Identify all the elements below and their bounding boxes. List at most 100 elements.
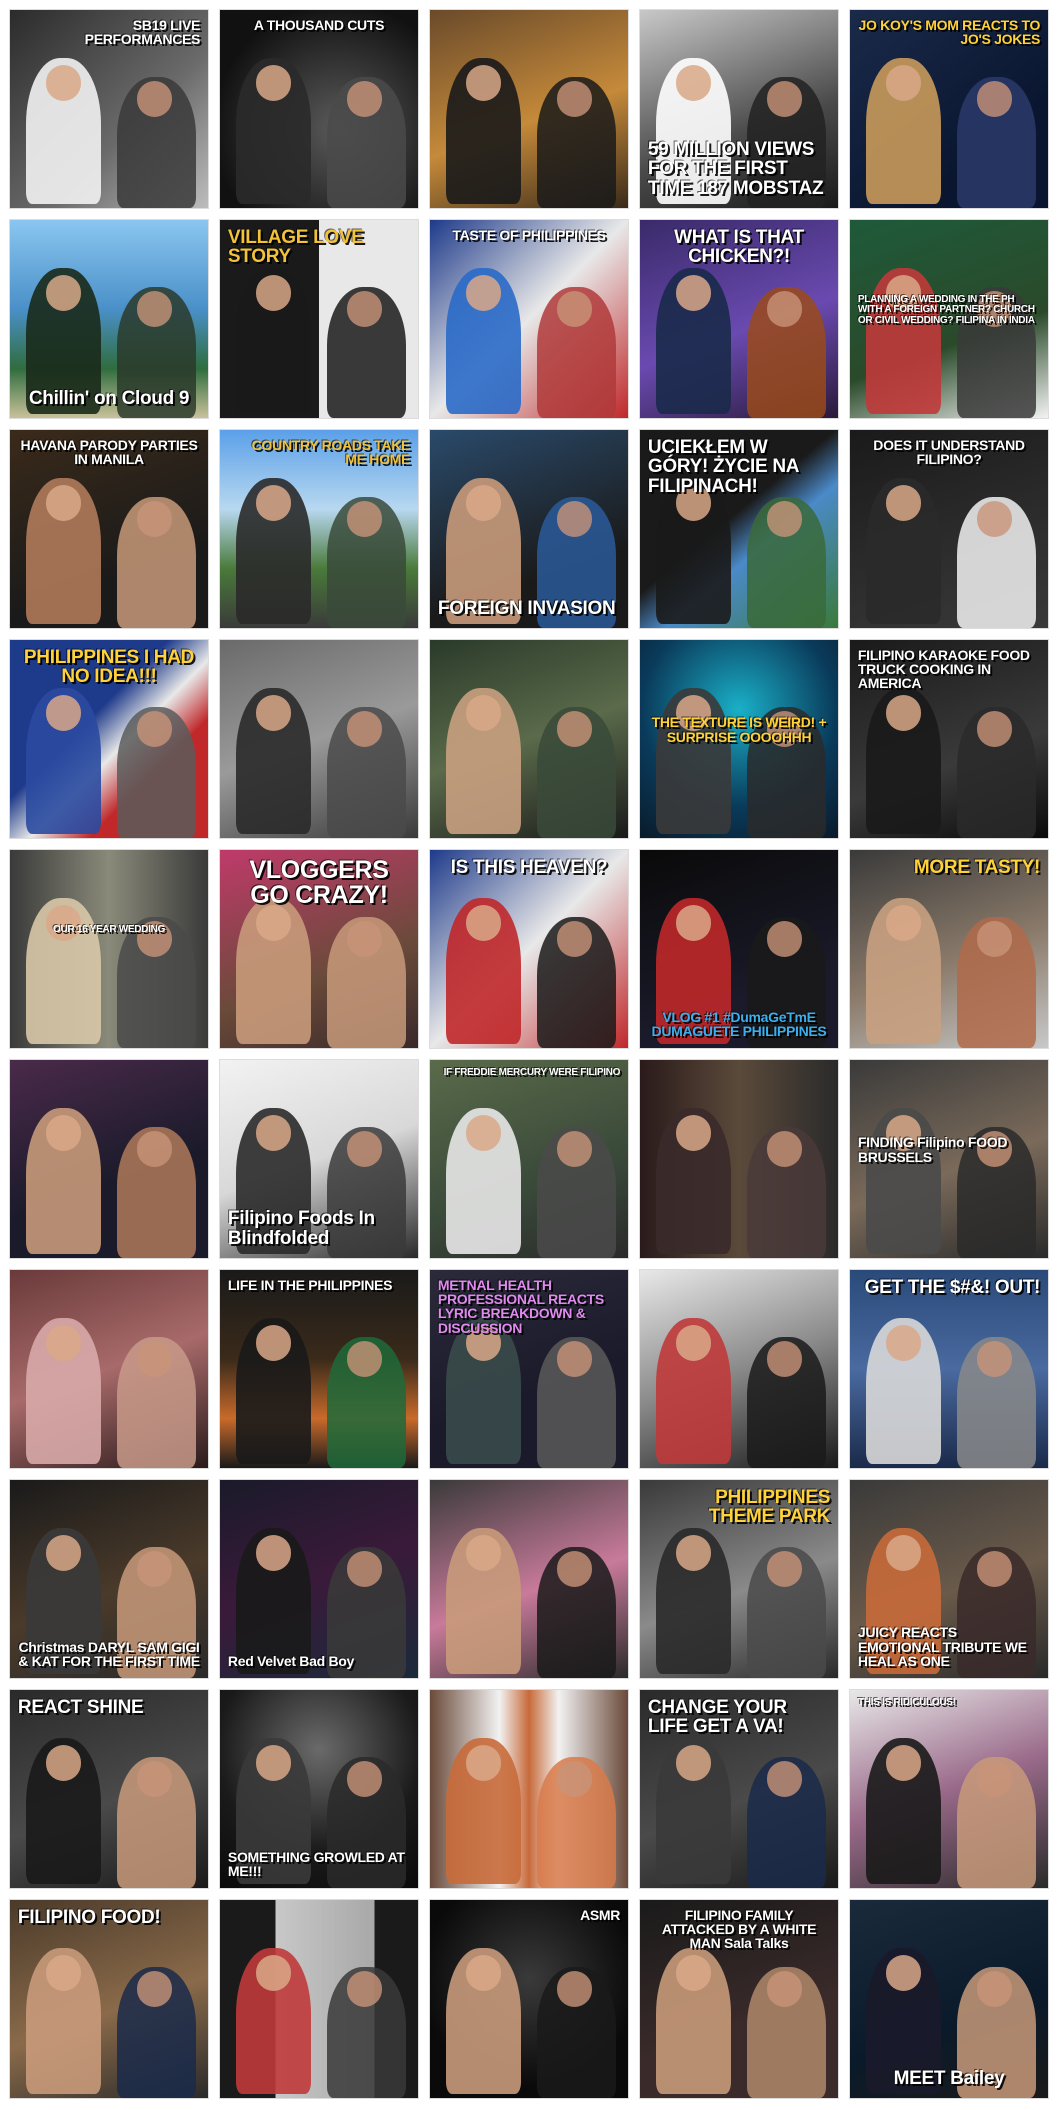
thumbnail-caption: WHAT IS THAT CHICKEN?!: [674, 226, 804, 268]
video-thumbnail[interactable]: JO KOY'S MOM REACTS TO JO'S JOKES: [850, 10, 1048, 208]
thumbnail-face: [465, 905, 502, 942]
video-thumbnail[interactable]: HAVANA PARODY PARTIES IN MANILA: [10, 430, 208, 628]
thumbnail-face: [976, 1551, 1013, 1587]
video-thumbnail[interactable]: [430, 640, 628, 838]
thumbnail-face: [255, 275, 292, 312]
video-thumbnail[interactable]: VLOG #1 #DumaGeTmE DUMAGUETE PHILIPPINES: [640, 850, 838, 1048]
thumbnail-face: [766, 1341, 803, 1377]
video-thumbnail[interactable]: IS THIS HEAVEN?: [430, 850, 628, 1048]
video-thumbnail[interactable]: FILIPINO FAMILY ATTACKED BY A WHITE MAN …: [640, 1900, 838, 2098]
video-thumbnail[interactable]: DOES IT UNDERSTAND FILIPINO?: [850, 430, 1048, 628]
video-thumbnail[interactable]: PHILIPPINES I HAD NO IDEA!!!: [10, 640, 208, 838]
thumbnail-face: [45, 275, 82, 312]
thumbnail-face: [885, 1745, 922, 1782]
thumbnail-face: [346, 1551, 383, 1587]
video-thumbnail[interactable]: OUR 16 YEAR WEDDING: [10, 850, 208, 1048]
video-thumbnail[interactable]: FINDING Filipino FOOD BRUSSELS: [850, 1060, 1048, 1258]
thumbnail-caption: PHILIPPINES I HAD NO IDEA!!!: [23, 646, 195, 688]
thumbnail-face: [465, 1955, 502, 1992]
video-thumbnail[interactable]: MORE TASTY!: [850, 850, 1048, 1048]
thumbnail-caption: VLOGGERS GO CRAZY!: [249, 855, 389, 910]
video-thumbnail[interactable]: VILLAGE LOVE STORY: [220, 220, 418, 418]
thumbnail-face: [45, 1745, 82, 1782]
thumbnail-face: [766, 1551, 803, 1587]
thumbnail-face: [885, 1325, 922, 1362]
video-thumbnail[interactable]: [220, 1900, 418, 2098]
video-thumbnail[interactable]: PHILIPPINES THEME PARK: [640, 1480, 838, 1678]
thumbnail-caption: THE TEXTURE IS WEIRD! + SURPRISE OOOOHHH: [651, 714, 827, 745]
thumbnail-caption: CHANGE YOUR LIFE GET A VA!: [647, 1696, 787, 1738]
video-thumbnail[interactable]: [430, 1690, 628, 1888]
video-thumbnail[interactable]: IF FREDDIE MERCURY WERE FILIPINO: [430, 1060, 628, 1258]
video-thumbnail[interactable]: LIFE IN THE PHILIPPINES: [220, 1270, 418, 1468]
thumbnail-face: [675, 1745, 712, 1782]
thumbnail-face: [136, 1971, 173, 2007]
video-thumbnail[interactable]: SOMETHING GROWLED AT ME!!!: [220, 1690, 418, 1888]
thumbnail-caption: TASTE OF PHILIPPINES: [452, 226, 606, 243]
thumbnail-face: [255, 1535, 292, 1572]
thumbnail-face: [346, 711, 383, 747]
video-thumbnail[interactable]: UCIEKŁEM W GÓRY! ŻYCIE NA FILIPINACH!: [640, 430, 838, 628]
video-thumbnail[interactable]: [430, 1480, 628, 1678]
video-thumbnail[interactable]: FOREIGN INVASION: [430, 430, 628, 628]
video-thumbnail[interactable]: COUNTRY ROADS TAKE ME HOME: [220, 430, 418, 628]
video-thumbnail[interactable]: Filipino Foods In Blindfolded: [220, 1060, 418, 1258]
video-thumbnail[interactable]: JUICY REACTS EMOTIONAL TRIBUTE WE HEAL A…: [850, 1480, 1048, 1678]
thumbnail-face: [45, 1535, 82, 1572]
thumbnail-face: [465, 65, 502, 102]
video-thumbnail[interactable]: 59 MILLION VIEWS FOR THE FIRST TIME 187 …: [640, 10, 838, 208]
video-thumbnail[interactable]: [430, 10, 628, 208]
thumbnail-face: [766, 921, 803, 957]
thumbnail-face: [556, 711, 593, 747]
thumbnail-face: [136, 81, 173, 117]
video-thumbnail[interactable]: MEET Bailey: [850, 1900, 1048, 2098]
thumbnail-caption: SB19 LIVE PERFORMANCES: [84, 16, 201, 48]
thumbnail-caption: Chillin' on Cloud 9: [28, 387, 190, 409]
thumbnail-face: [346, 501, 383, 537]
thumbnail-face: [465, 275, 502, 312]
video-thumbnail[interactable]: A THOUSAND CUTS: [220, 10, 418, 208]
video-thumbnail[interactable]: GET THE $#&! OUT!: [850, 1270, 1048, 1468]
thumbnail-face: [675, 65, 712, 102]
video-thumbnail[interactable]: CHANGE YOUR LIFE GET A VA!: [640, 1690, 838, 1888]
video-thumbnail[interactable]: Red Velvet Bad Boy: [220, 1480, 418, 1678]
video-thumbnail[interactable]: SB19 LIVE PERFORMANCES: [10, 10, 208, 208]
thumbnail-caption: MEET Bailey: [893, 2067, 1005, 2089]
video-thumbnail[interactable]: Chillin' on Cloud 9: [10, 220, 208, 418]
video-thumbnail[interactable]: METNAL HEALTH PROFESSIONAL REACTS LYRIC …: [430, 1270, 628, 1468]
thumbnail-face: [136, 291, 173, 327]
video-thumbnail[interactable]: THIS IS RIDICULOUS!: [850, 1690, 1048, 1888]
video-thumbnail[interactable]: THE TEXTURE IS WEIRD! + SURPRISE OOOOHHH: [640, 640, 838, 838]
thumbnail-caption: HAVANA PARODY PARTIES IN MANILA: [20, 436, 198, 468]
thumbnail-face: [766, 291, 803, 327]
video-thumbnail[interactable]: PLANNING A WEDDING IN THE PH WITH A FORE…: [850, 220, 1048, 418]
video-thumbnail[interactable]: FILIPINO FOOD!: [10, 1900, 208, 2098]
video-thumbnail[interactable]: [640, 1060, 838, 1258]
video-thumbnail[interactable]: [10, 1270, 208, 1468]
video-thumbnail[interactable]: Christmas DARYL SAM GIGI & KAT FOR THE F…: [10, 1480, 208, 1678]
thumbnail-face: [465, 1745, 502, 1782]
thumbnail-caption: Red Velvet Bad Boy: [227, 1652, 354, 1669]
thumbnail-caption: COUNTRY ROADS TAKE ME HOME: [251, 436, 411, 468]
video-thumbnail[interactable]: TASTE OF PHILIPPINES: [430, 220, 628, 418]
video-thumbnail[interactable]: VLOGGERS GO CRAZY!: [220, 850, 418, 1048]
thumbnail-face: [675, 1955, 712, 1992]
thumbnail-face: [255, 695, 292, 732]
video-thumbnail[interactable]: [10, 1060, 208, 1258]
video-thumbnail[interactable]: REACT SHINE: [10, 1690, 208, 1888]
thumbnail-face: [976, 81, 1013, 117]
thumbnail-face: [675, 1325, 712, 1362]
thumbnail-face: [45, 695, 82, 732]
video-thumbnail[interactable]: ASMR: [430, 1900, 628, 2098]
video-thumbnail[interactable]: [220, 640, 418, 838]
thumbnail-face: [766, 1761, 803, 1797]
video-thumbnail[interactable]: [640, 1270, 838, 1468]
video-thumbnail[interactable]: WHAT IS THAT CHICKEN?!: [640, 220, 838, 418]
thumbnail-face: [255, 65, 292, 102]
video-thumbnail[interactable]: FILIPINO KARAOKE FOOD TRUCK COOKING IN A…: [850, 640, 1048, 838]
thumbnail-caption: 59 MILLION VIEWS FOR THE FIRST TIME 187 …: [647, 138, 824, 199]
thumbnail-face: [136, 1761, 173, 1797]
thumbnail-face: [556, 81, 593, 117]
thumbnail-face: [136, 1551, 173, 1587]
thumbnail-face: [45, 1955, 82, 1992]
